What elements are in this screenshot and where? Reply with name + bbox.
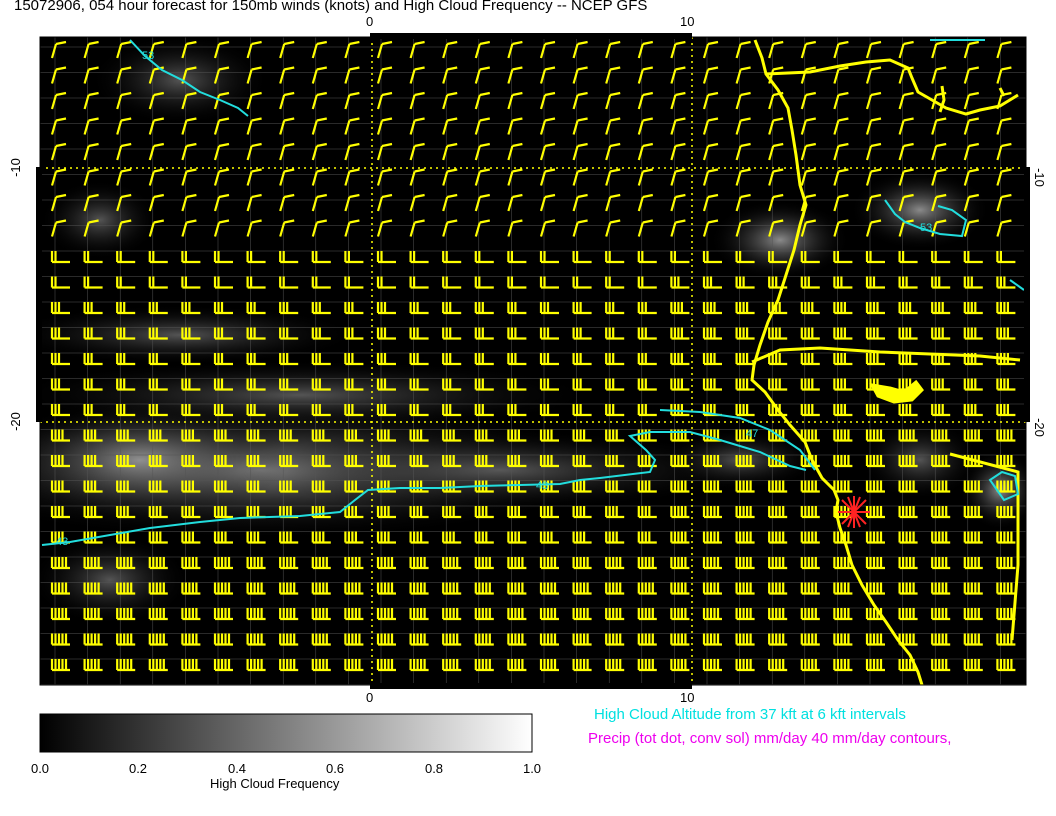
colorbar-tick: 0.2 — [128, 761, 148, 776]
colorbar-tick: 0.6 — [325, 761, 345, 776]
x-tick-bottom-0: 0 — [366, 690, 374, 705]
colorbar-tick: 0.0 — [30, 761, 50, 776]
precip-legend: Precip (tot dot, conv sol) mm/day 40 mm/… — [588, 730, 952, 747]
y-tick-left-10: -10 — [7, 158, 23, 177]
red-asterisk-icon — [838, 496, 870, 528]
contour-label: 43 — [536, 480, 549, 492]
contour-label: 43 — [56, 536, 69, 548]
x-tick-top-10: 10 — [680, 14, 695, 29]
colorbar-tick: 0.4 — [227, 761, 247, 776]
contour-label: 47 — [746, 428, 759, 440]
contour-label: 53 — [142, 50, 155, 62]
contour-label: 53 — [920, 222, 933, 234]
weather-map — [36, 33, 1030, 753]
colorbar-tick: 0.8 — [424, 761, 444, 776]
colorbar-title: High Cloud Frequency — [210, 776, 340, 791]
y-tick-right-20: -20 — [1031, 418, 1047, 437]
y-tick-left-20: -20 — [7, 412, 23, 431]
cloud-altitude-legend: High Cloud Altitude from 37 kft at 6 kft… — [594, 706, 906, 723]
colorbar — [39, 713, 533, 753]
x-tick-bottom-10: 10 — [680, 690, 695, 705]
colorbar-tick: 1.0 — [522, 761, 542, 776]
y-tick-right-10: -10 — [1031, 168, 1047, 187]
x-tick-top-0: 0 — [366, 14, 374, 29]
chart-title: 15072906, 054 hour forecast for 150mb wi… — [14, 0, 648, 14]
